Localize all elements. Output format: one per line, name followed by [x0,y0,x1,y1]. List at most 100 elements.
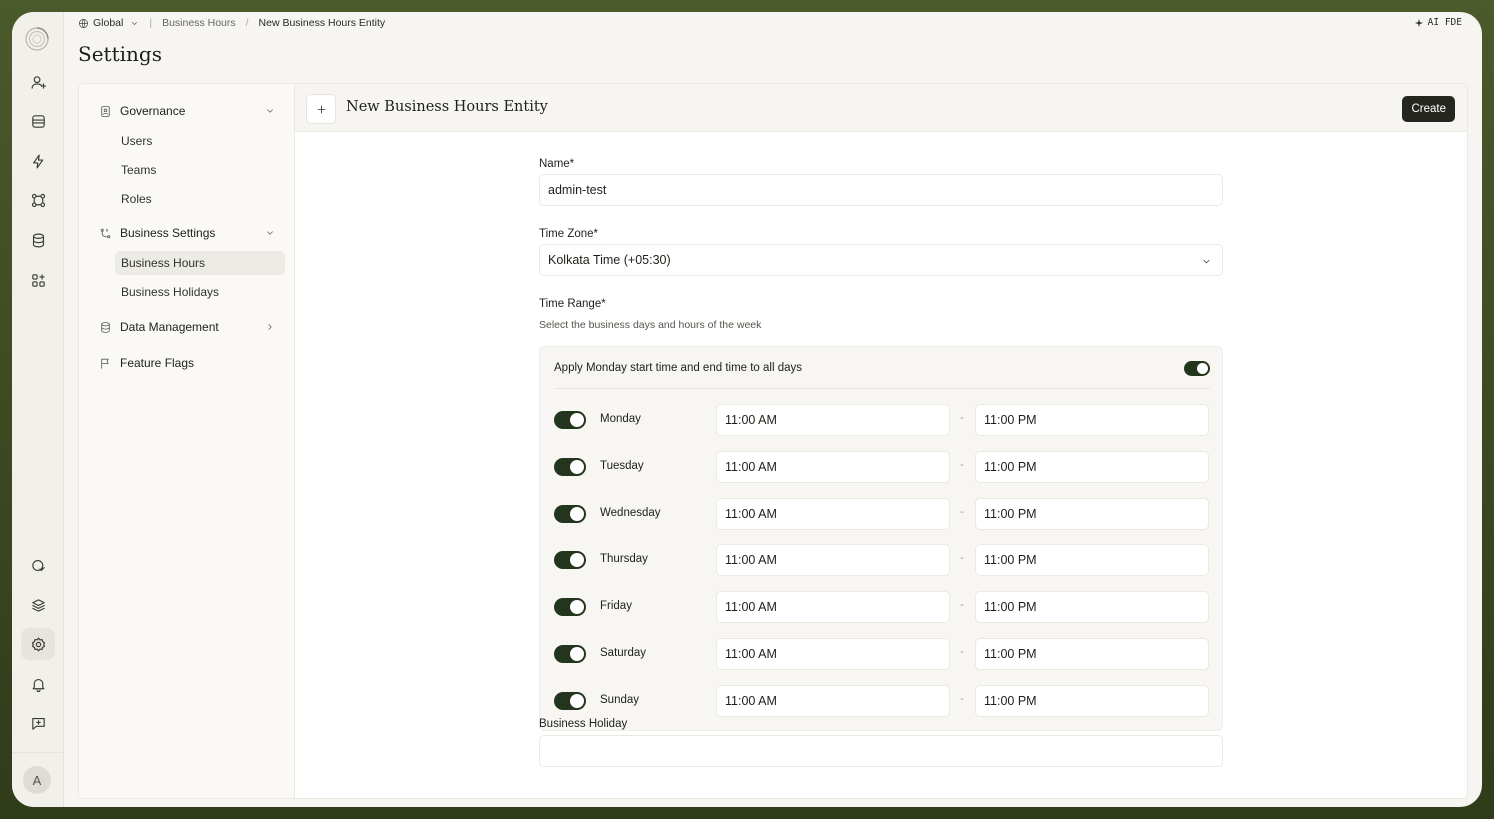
nav-item-users[interactable]: Users [115,129,285,153]
app-logo-icon[interactable] [23,25,51,53]
workflow-icon[interactable] [21,184,55,216]
nav-group-feature-flags[interactable]: Feature Flags [99,356,275,370]
start-time-input[interactable]: 11:00 AM [716,497,950,530]
day-toggle[interactable] [554,598,586,617]
inbox-icon[interactable] [21,105,55,137]
day-toggle[interactable] [554,691,586,710]
create-button[interactable]: Create [1402,96,1455,122]
app-window: A Global | Business Hours / New Business… [12,12,1482,807]
end-time-input[interactable]: 11:00 PM [975,404,1209,436]
start-time-input[interactable]: 11:00 AM [716,404,950,436]
nav-item-business-holidays[interactable]: Business Holidays [115,280,285,304]
top-bar: Global | Business Hours / New Business H… [64,12,1482,34]
day-toggle[interactable] [554,411,586,429]
range-separator: - [960,599,964,612]
range-separator: - [960,412,964,424]
timezone-label: Time Zone* [539,228,599,240]
start-time-input[interactable]: 11:00 AM [716,450,950,483]
end-time-value: 11:00 PM [984,647,1037,661]
left-rail: A [12,12,64,807]
end-time-input[interactable]: 11:00 PM [975,544,1209,577]
end-time-value: 11:00 PM [984,459,1037,474]
avatar[interactable]: A [23,766,51,794]
start-time-input[interactable]: 11:00 AM [716,591,950,624]
ai-fde-button[interactable]: AI FDE [1414,17,1462,28]
start-time-value: 11:00 AM [725,647,777,661]
globe-icon [79,18,88,28]
ai-fde-label: AI FDE [1427,17,1462,28]
apply-all-toggle[interactable] [1184,361,1210,376]
start-time-value: 11:00 AM [725,459,777,474]
end-time-value: 11:00 PM [984,413,1037,427]
name-input[interactable]: admin-test [539,174,1223,206]
database-icon[interactable] [21,224,55,256]
timezone-select[interactable]: Kolkata Time (+05:30) [539,244,1223,276]
chevron-down-icon [1203,259,1210,264]
rail-divider [12,752,64,753]
start-time-value: 11:00 AM [725,553,777,568]
end-time-value: 11:00 PM [984,553,1037,568]
start-time-input[interactable]: 11:00 AM [716,638,950,670]
content-title: New Business Hours Entity [346,99,548,115]
day-toggle[interactable] [554,645,586,663]
day-toggle[interactable] [554,457,586,476]
day-row-sunday: Sunday 11:00 AM - 11:00 PM [554,684,1210,717]
start-time-value: 11:00 AM [725,413,777,427]
apply-all-label: Apply Monday start time and end time to … [554,362,803,374]
settings-icon[interactable] [21,628,55,660]
chevron-down-icon[interactable] [130,19,139,28]
nav-group-data-management[interactable]: Data Management [99,320,275,334]
day-toggle[interactable] [554,504,586,523]
day-toggle[interactable] [554,551,586,570]
nav-group-label: Data Management [120,320,219,334]
end-time-input[interactable]: 11:00 PM [975,497,1209,530]
business-holiday-select[interactable] [539,735,1223,767]
git-branch-icon [100,228,111,238]
range-separator: - [960,692,964,705]
end-time-input[interactable]: 11:00 PM [975,638,1209,670]
breadcrumb-current: New Business Hours Entity [258,17,386,29]
name-input-value: admin-test [548,183,607,197]
nav-item-business-hours[interactable]: Business Hours [115,251,285,275]
day-name: Thursday [600,553,648,566]
breadcrumb-scope[interactable]: Global [93,17,123,29]
start-time-value: 11:00 AM [725,506,777,521]
day-name: Friday [600,600,632,613]
nav-item-roles[interactable]: Roles [115,187,285,211]
layers-icon[interactable] [21,589,55,621]
day-name: Tuesday [600,459,644,472]
end-time-value: 11:00 PM [984,693,1037,708]
shield-check-icon[interactable] [21,549,55,581]
apps-add-icon[interactable] [21,264,55,296]
end-time-value: 11:00 PM [984,600,1037,615]
range-separator: - [960,458,964,471]
day-row-tuesday: Tuesday 11:00 AM - 11:00 PM [554,450,1210,483]
start-time-value: 11:00 AM [725,600,777,615]
start-time-input[interactable]: 11:00 AM [716,684,950,717]
end-time-input[interactable]: 11:00 PM [975,450,1209,483]
nav-group-label: Business Settings [120,226,216,240]
user-plus-icon[interactable] [21,66,55,98]
day-row-saturday: Saturday 11:00 AM - 11:00 PM [554,638,1210,670]
chat-add-icon[interactable] [21,707,55,739]
end-time-input[interactable]: 11:00 PM [975,591,1209,624]
nav-group-governance[interactable]: Governance [99,104,275,118]
chevron-right-icon [268,324,272,330]
day-name: Wednesday [600,506,661,519]
time-range-box: Apply Monday start time and end time to … [539,346,1223,731]
lightning-icon[interactable] [21,145,55,177]
apply-all-row: Apply Monday start time and end time to … [554,347,1210,389]
bell-icon[interactable] [21,668,55,700]
day-row-thursday: Thursday 11:00 AM - 11:00 PM [554,544,1210,577]
nav-group-business-settings[interactable]: Business Settings [99,226,275,240]
breadcrumb-parent[interactable]: Business Hours [162,17,236,29]
nav-item-teams[interactable]: Teams [115,158,285,182]
end-time-value: 11:00 PM [984,506,1037,521]
sparkle-icon [1414,18,1423,27]
start-time-input[interactable]: 11:00 AM [716,544,950,577]
end-time-input[interactable]: 11:00 PM [975,684,1209,717]
range-separator: - [960,552,964,565]
plus-icon [317,105,325,113]
chevron-down-icon [267,231,273,235]
add-button[interactable] [306,94,336,124]
